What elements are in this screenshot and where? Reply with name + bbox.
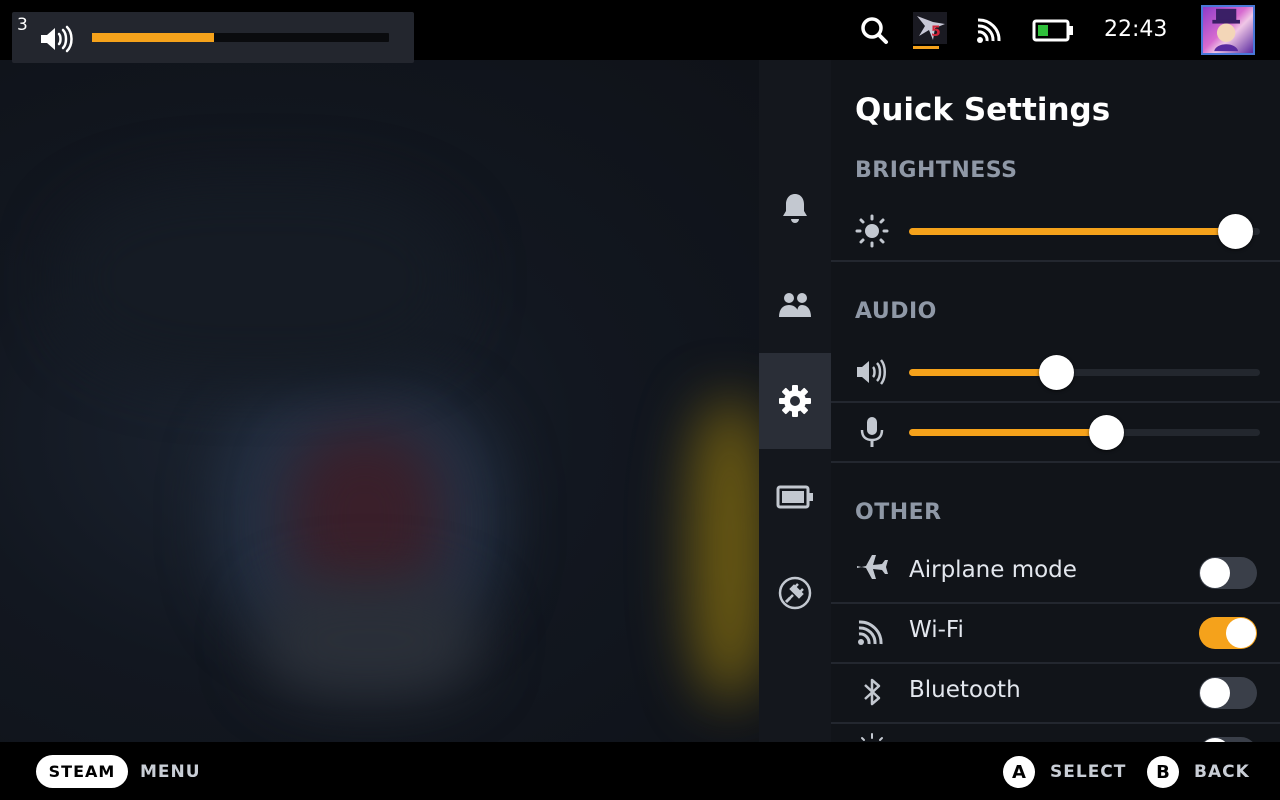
- blurred-background: [0, 60, 760, 742]
- friends-icon: [779, 293, 811, 317]
- microphone-slider-fill: [909, 429, 1106, 436]
- top-bar: 3 5 22:43: [0, 0, 1280, 63]
- volume-osd-bar: [92, 33, 389, 42]
- plug-icon: [778, 576, 812, 610]
- wifi-icon[interactable]: [975, 12, 1003, 48]
- volume-step-label: 3: [17, 15, 28, 35]
- microphone-icon: [860, 417, 884, 447]
- bottom-bar: STEAM MENU A SELECT B BACK: [0, 742, 1280, 800]
- brightness-slider[interactable]: [909, 214, 1260, 249]
- steam-button[interactable]: STEAM: [36, 755, 128, 788]
- microphone-slider-knob[interactable]: [1088, 415, 1124, 450]
- next-setting-icon: [861, 733, 883, 741]
- battery-icon: [776, 485, 813, 509]
- select-label: SELECT: [1050, 762, 1127, 782]
- quick-settings-panel: Quick Settings BRIGHTNESS AUDIO OTHER Ai…: [831, 60, 1280, 742]
- airplane-mode-toggle[interactable]: [1199, 557, 1257, 589]
- wifi-icon: [858, 620, 883, 645]
- brightness-slider-fill: [909, 228, 1236, 235]
- sidebar-item-settings[interactable]: [759, 353, 831, 449]
- svg-text:5: 5: [931, 24, 941, 40]
- divider: [831, 722, 1280, 724]
- speaker-icon: [41, 25, 73, 53]
- brightness-slider-knob[interactable]: [1218, 214, 1254, 249]
- game-thumbnail-icon[interactable]: 5: [911, 12, 949, 49]
- volume-slider-knob[interactable]: [1039, 355, 1075, 390]
- a-button-glyph[interactable]: A: [1003, 756, 1035, 788]
- back-label: BACK: [1194, 762, 1250, 782]
- volume-osd-fill: [92, 33, 214, 42]
- divider: [831, 602, 1280, 604]
- sidebar-item-notifications[interactable]: [759, 160, 831, 256]
- page-title: Quick Settings: [855, 92, 1111, 128]
- menu-label: MENU: [140, 762, 201, 782]
- toggle-knob: [1200, 558, 1230, 588]
- bluetooth-icon: [864, 678, 881, 706]
- bluetooth-toggle[interactable]: [1199, 677, 1257, 709]
- quick-access-sidebar: [759, 60, 831, 742]
- wifi-label: Wi-Fi: [909, 617, 964, 643]
- search-icon[interactable]: [858, 12, 892, 48]
- volume-slider[interactable]: [909, 355, 1260, 390]
- brightness-icon: [855, 214, 889, 248]
- bluetooth-label: Bluetooth: [909, 677, 1021, 703]
- wifi-toggle[interactable]: [1199, 617, 1257, 649]
- other-header: OTHER: [855, 500, 942, 525]
- sidebar-item-friends[interactable]: [759, 256, 831, 352]
- airplane-icon: [857, 555, 888, 579]
- audio-header: AUDIO: [855, 299, 937, 324]
- divider: [831, 662, 1280, 664]
- toggle-knob: [1200, 678, 1230, 708]
- sidebar-item-power[interactable]: [759, 545, 831, 641]
- bell-icon: [783, 194, 807, 223]
- gear-icon: [779, 385, 811, 417]
- volume-osd: 3: [12, 12, 414, 63]
- divider: [831, 401, 1280, 403]
- airplane-mode-label: Airplane mode: [909, 557, 1077, 583]
- toggle-knob: [1226, 618, 1256, 648]
- divider: [831, 260, 1280, 262]
- b-button-glyph[interactable]: B: [1147, 756, 1179, 788]
- avatar[interactable]: [1201, 5, 1255, 55]
- volume-slider-fill: [909, 369, 1057, 376]
- divider: [831, 461, 1280, 463]
- battery-icon[interactable]: [1032, 12, 1074, 48]
- speaker-icon: [857, 359, 886, 385]
- brightness-header: BRIGHTNESS: [855, 158, 1018, 183]
- sidebar-item-performance[interactable]: [759, 449, 831, 545]
- microphone-slider[interactable]: [909, 415, 1260, 450]
- clock: 22:43: [1104, 17, 1168, 42]
